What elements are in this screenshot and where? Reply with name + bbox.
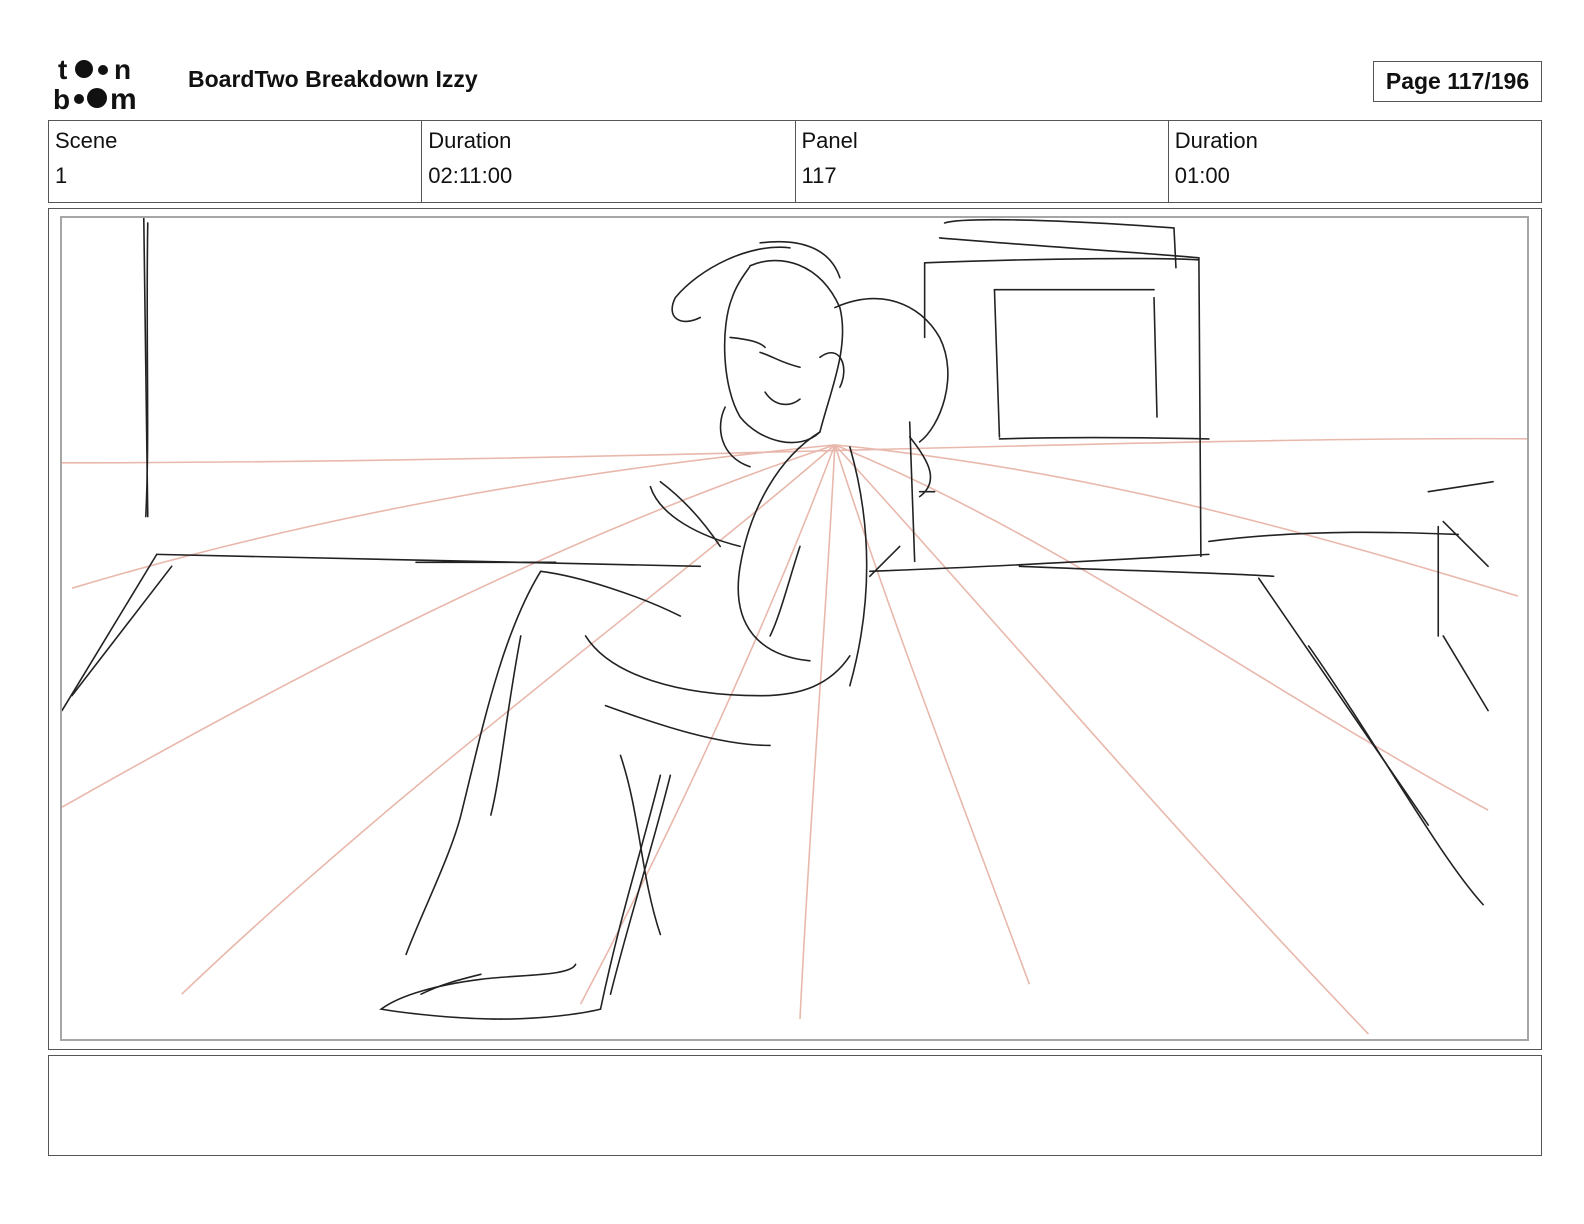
scene-cell: Scene 1 — [49, 121, 423, 202]
sketch-lines — [62, 218, 1494, 1020]
document-title: BoardTwo Breakdown Izzy — [188, 66, 478, 92]
panel-cell: Panel 117 — [796, 121, 1169, 202]
scene-value: 1 — [55, 163, 68, 188]
perspective-guides — [62, 437, 1527, 1035]
page-indicator: Page 117/196 — [1373, 61, 1542, 102]
toonboom-logo: t n b m — [53, 54, 137, 112]
svg-text:m: m — [110, 83, 137, 112]
svg-text:b: b — [53, 84, 70, 112]
svg-text:n: n — [114, 54, 131, 85]
panel-duration-label: Duration — [1174, 128, 1258, 153]
storyboard-panel — [60, 216, 1529, 1041]
scene-label: Scene — [55, 128, 118, 153]
storyboard-sketch-image — [62, 218, 1527, 1035]
scene-duration-label: Duration — [428, 128, 512, 153]
storyboard-panel-frame — [48, 208, 1542, 1050]
scene-duration-value: 02:11:00 — [428, 163, 513, 188]
scene-info-table: Scene 1 Duration 02:11:00 Panel 117 Dura… — [48, 120, 1542, 203]
panel-caption-box — [48, 1055, 1542, 1156]
panel-label: Panel — [801, 128, 858, 153]
scene-duration-cell: Duration 02:11:00 — [422, 121, 796, 202]
panel-duration-cell: Duration 01:00 — [1169, 121, 1541, 202]
svg-text:t: t — [58, 54, 67, 85]
panel-value: 117 — [801, 163, 837, 188]
panel-duration-value: 01:00 — [1174, 163, 1230, 188]
